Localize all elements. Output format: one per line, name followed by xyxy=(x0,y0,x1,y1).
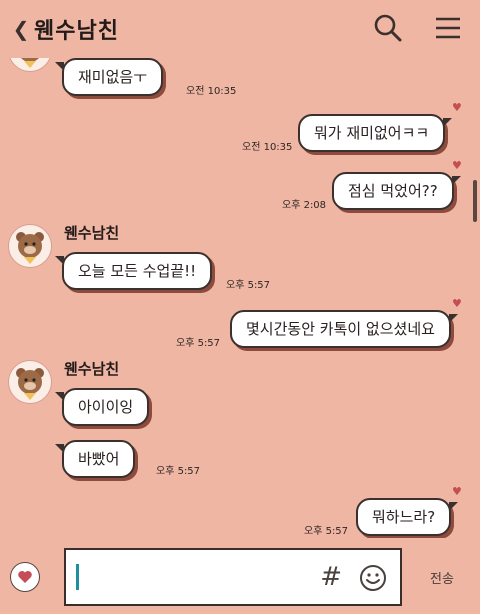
heart-icon: ♥ xyxy=(452,159,462,172)
heart-emoticon-icon[interactable] xyxy=(10,562,40,592)
hash-button[interactable]: # xyxy=(320,562,342,592)
message-time: 오후 5:57 xyxy=(156,466,201,477)
search-icon[interactable] xyxy=(372,12,404,44)
message-input[interactable]: # xyxy=(64,548,402,606)
message-bubble-received[interactable]: 오늘 모든 수업끝!! xyxy=(54,252,213,290)
sender-name: 웬수남친 xyxy=(64,224,120,242)
message-time: 오전 10:35 xyxy=(242,142,293,153)
friend-avatar[interactable] xyxy=(8,58,52,72)
message-time: 오후 5:57 xyxy=(226,280,271,291)
message-time: 오전 10:35 xyxy=(186,86,237,97)
message-bubble-received[interactable]: 아이이잉 xyxy=(54,388,150,426)
message-text: 아이이잉 xyxy=(78,398,134,416)
chat-scrollbar[interactable] xyxy=(473,180,477,222)
send-button[interactable]: 전송 xyxy=(430,568,454,587)
message-bubble-sent[interactable]: 뭐하느라? xyxy=(356,498,459,536)
message-text: 몇시간동안 카톡이 없으셨네요 xyxy=(246,320,435,338)
sender-name: 웬수남친 xyxy=(64,360,120,378)
chat-title: 웬수남친 xyxy=(34,19,119,44)
message-text: 오늘 모든 수업끝!! xyxy=(78,262,197,280)
header-actions xyxy=(372,12,464,44)
chevron-left-icon[interactable]: ❮ xyxy=(8,17,34,41)
message-text: 뭐하느라? xyxy=(372,508,436,526)
heart-icon: ♥ xyxy=(452,101,462,114)
message-time: 오후 5:57 xyxy=(304,526,349,537)
message-text: 바빴어 xyxy=(78,450,120,468)
message-bubble-received[interactable]: 재미없음ㅜ xyxy=(54,58,164,96)
friend-avatar[interactable] xyxy=(8,224,52,268)
message-bubble-sent[interactable]: 점심 먹었어?? xyxy=(332,172,461,210)
menu-icon[interactable] xyxy=(432,12,464,44)
heart-icon: ♥ xyxy=(452,485,462,498)
message-time: 오후 2:08 xyxy=(282,200,327,211)
friend-avatar[interactable] xyxy=(8,360,52,404)
message-bubble-sent[interactable]: 몇시간동안 카톡이 없으셨네요 xyxy=(230,310,458,348)
message-text: 점심 먹었어?? xyxy=(348,182,438,200)
chat-header: ❮ 웬수남친 xyxy=(0,0,480,58)
text-cursor xyxy=(76,564,79,590)
heart-icon: ♥ xyxy=(452,297,462,310)
message-bubble-received[interactable]: 바빴어 xyxy=(54,440,136,478)
message-composer: # 전송 xyxy=(0,540,480,614)
message-text: 재미없음ㅜ xyxy=(78,68,148,86)
message-text: 뭐가 재미없어ㅋㅋ xyxy=(314,124,430,142)
smile-icon[interactable] xyxy=(358,563,388,593)
message-time: 오후 5:57 xyxy=(176,338,221,349)
message-bubble-sent[interactable]: 뭐가 재미없어ㅋㅋ xyxy=(298,114,453,152)
chat-messages[interactable]: 재미없음ㅜ 오전 10:35 ♥ 뭐가 재미없어ㅋㅋ 오전 10:35 ♥ 점심… xyxy=(0,58,480,538)
